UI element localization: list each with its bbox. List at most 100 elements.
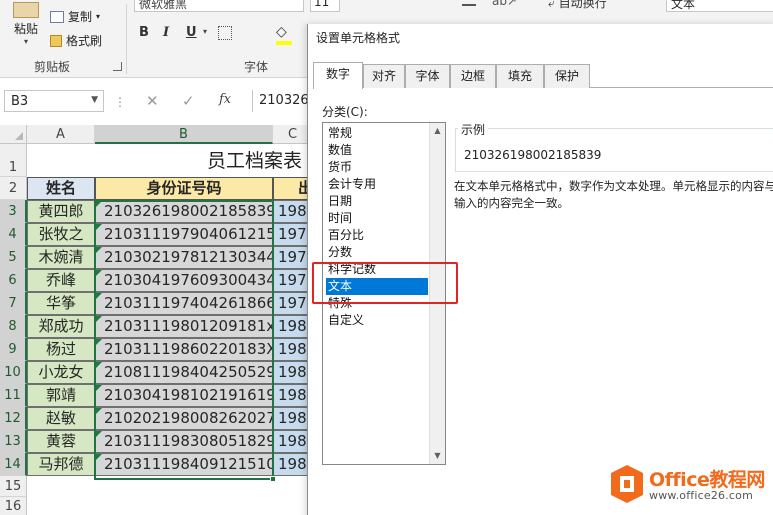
- bold-button[interactable]: B: [139, 25, 149, 40]
- orientation-icon[interactable]: ab↗: [492, 0, 517, 8]
- cell-id[interactable]: 210202198008262027: [95, 407, 273, 430]
- category-item[interactable]: 文本: [326, 278, 428, 295]
- row-header[interactable]: 10: [0, 361, 27, 384]
- paste-button[interactable]: 粘贴 ▾: [6, 2, 46, 46]
- category-item[interactable]: 科学记数: [326, 261, 428, 278]
- dialog-launcher-icon[interactable]: [113, 62, 122, 71]
- number-as-text-indicator-icon: [96, 270, 102, 276]
- row-header[interactable]: 14: [0, 453, 27, 476]
- cell-id[interactable]: 210311197404261866: [95, 292, 273, 315]
- tab-font[interactable]: 字体: [405, 64, 450, 88]
- category-item[interactable]: 百分比: [326, 227, 428, 244]
- category-item[interactable]: 数值: [326, 142, 428, 159]
- row-header[interactable]: 4: [0, 223, 27, 246]
- category-item[interactable]: 货币: [326, 159, 428, 176]
- row-header[interactable]: 6: [0, 269, 27, 292]
- cell-id[interactable]: 210811198404250529: [95, 361, 273, 384]
- number-as-text-indicator-icon: [96, 431, 102, 437]
- sample-label: 示例: [458, 121, 489, 138]
- cell-id[interactable]: 21031119801209181x: [95, 315, 273, 338]
- cell-name[interactable]: 郑成功: [27, 315, 95, 338]
- row-header[interactable]: 8: [0, 315, 27, 338]
- category-item[interactable]: 日期: [326, 193, 428, 210]
- copy-button[interactable]: 复制 ▾: [50, 8, 100, 25]
- header-name[interactable]: 姓名: [27, 177, 95, 200]
- header-id[interactable]: 身份证号码: [95, 177, 273, 200]
- cell-name[interactable]: 乔峰: [27, 269, 95, 292]
- category-list[interactable]: 常规 数值 货币 会计专用 日期 时间 百分比 分数 科学记数 文本 特殊 自定义 ▲ ▼: [322, 122, 446, 465]
- cell-name[interactable]: 黄蓉: [27, 430, 95, 453]
- category-item[interactable]: 会计专用: [326, 176, 428, 193]
- enter-icon[interactable]: ✓: [182, 92, 195, 110]
- select-all-button[interactable]: [0, 125, 27, 144]
- row-header[interactable]: 7: [0, 292, 27, 315]
- cell-id[interactable]: 210311197904061215: [95, 223, 273, 246]
- tab-number[interactable]: 数字: [313, 62, 363, 89]
- cell-name[interactable]: 马邦德: [27, 453, 95, 476]
- cell-name[interactable]: 郭靖: [27, 384, 95, 407]
- border-icon[interactable]: [218, 26, 232, 40]
- category-item[interactable]: 时间: [326, 210, 428, 227]
- row-header[interactable]: 11: [0, 384, 27, 407]
- tab-protection[interactable]: 保护: [544, 64, 590, 88]
- category-item[interactable]: 分数: [326, 244, 428, 261]
- fill-color-icon[interactable]: ◇: [276, 24, 287, 40]
- align-icon[interactable]: [462, 0, 476, 6]
- cell-id[interactable]: 210326198002185839: [95, 200, 273, 223]
- number-format-select[interactable]: 文本: [666, 0, 773, 12]
- tab-fill[interactable]: 填充: [496, 64, 544, 88]
- row-header[interactable]: 5: [0, 246, 27, 269]
- column-header-b[interactable]: B: [95, 125, 273, 144]
- insert-function-button[interactable]: fx: [219, 92, 231, 107]
- category-item[interactable]: 常规: [326, 125, 428, 142]
- category-scrollbar[interactable]: ▲ ▼: [429, 123, 445, 464]
- row-header[interactable]: 16: [0, 497, 27, 515]
- tab-alignment[interactable]: 对齐: [363, 64, 405, 88]
- font-size-select[interactable]: 11: [310, 0, 340, 12]
- fill-color-swatch: [276, 41, 292, 45]
- cell-name[interactable]: 小龙女: [27, 361, 95, 384]
- row-header[interactable]: 1: [0, 144, 27, 177]
- cell-name[interactable]: 杨过: [27, 338, 95, 361]
- cell-id[interactable]: 210304197609300434: [95, 269, 273, 292]
- cell-id[interactable]: 210311198308051829: [95, 430, 273, 453]
- row-header[interactable]: 15: [0, 476, 27, 497]
- underline-button[interactable]: U: [186, 25, 197, 40]
- row-header[interactable]: 2: [0, 177, 27, 200]
- font-name-select[interactable]: 微软雅黑: [134, 0, 304, 12]
- font-group-label: 字体: [244, 60, 269, 74]
- cell-name[interactable]: 赵敏: [27, 407, 95, 430]
- brush-icon: [50, 34, 62, 47]
- name-box[interactable]: B3 ▼: [4, 90, 104, 112]
- row-header[interactable]: 3: [0, 200, 27, 223]
- number-as-text-indicator-icon: [96, 454, 102, 460]
- cell-id[interactable]: 210304198102191619: [95, 384, 273, 407]
- row-header[interactable]: 12: [0, 407, 27, 430]
- cell-name[interactable]: 黄四郎: [27, 200, 95, 223]
- wrap-text-button[interactable]: ⤶ 自动换行: [548, 0, 607, 11]
- clipboard-icon: [13, 2, 39, 18]
- cell-id[interactable]: 21031119860220183X: [95, 338, 273, 361]
- category-item[interactable]: 自定义: [326, 312, 428, 329]
- cell-id[interactable]: 210311198409121510: [95, 453, 273, 476]
- scroll-up-icon[interactable]: ▲: [430, 123, 445, 139]
- column-header-a[interactable]: A: [27, 125, 95, 144]
- cell-id[interactable]: 210302197812130344: [95, 246, 273, 269]
- chevron-down-icon[interactable]: ▼: [91, 95, 98, 105]
- fill-handle[interactable]: [270, 476, 276, 482]
- italic-button[interactable]: I: [163, 25, 169, 40]
- scroll-down-icon[interactable]: ▼: [430, 448, 445, 464]
- sheet-title[interactable]: 员工档案表: [27, 146, 313, 177]
- formula-input[interactable]: 210326198002185839: [252, 90, 312, 112]
- row-header[interactable]: 9: [0, 338, 27, 361]
- row-header[interactable]: 13: [0, 430, 27, 453]
- category-item[interactable]: 特殊: [326, 295, 428, 312]
- chevron-down-icon[interactable]: ▾: [203, 27, 207, 36]
- tab-border[interactable]: 边框: [450, 64, 496, 88]
- cell-name[interactable]: 木婉清: [27, 246, 95, 269]
- cell-name[interactable]: 张牧之: [27, 223, 95, 246]
- format-description: 在文本单元格格式中，数字作为文本处理。单元格显示的内容与输入的内容完全一致。: [454, 179, 773, 210]
- format-painter-button[interactable]: 格式刷: [50, 32, 102, 49]
- cancel-icon[interactable]: ✕: [146, 92, 159, 110]
- cell-name[interactable]: 华筝: [27, 292, 95, 315]
